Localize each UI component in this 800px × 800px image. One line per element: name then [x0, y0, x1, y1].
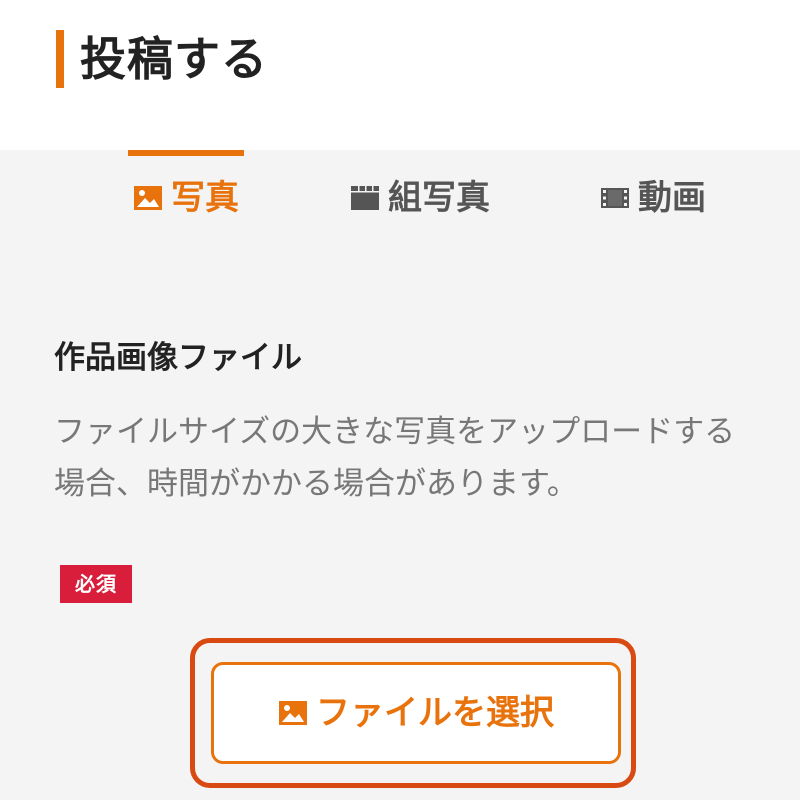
field-description: ファイルサイズの大きな写真をアップロードする場合、時間がかかる場合があります。: [54, 414, 736, 502]
tab-photo-set-label: 組写真: [388, 178, 490, 218]
field-label: 作品画像ファイル: [54, 340, 302, 376]
tab-photo-label: 写真: [171, 178, 239, 218]
tab-photo-set[interactable]: 組写真: [330, 150, 510, 246]
select-file-button[interactable]: ファイルを選択: [211, 662, 621, 764]
tab-video[interactable]: 動画: [580, 150, 726, 246]
title-accent-bar: [56, 30, 64, 88]
film-icon: [601, 188, 629, 208]
tab-video-label: 動画: [638, 178, 706, 218]
required-badge: 必須: [60, 565, 132, 603]
tab-photo[interactable]: 写真: [108, 150, 264, 246]
grid-photos-icon: [351, 186, 379, 210]
select-file-button-label: ファイルを選択: [316, 694, 554, 732]
upload-panel: 写真 組写真 動画 作品画像ファイル ファイルサイズの大きな写真をアップロードす…: [0, 150, 800, 800]
page-title: 投稿する: [80, 32, 268, 86]
page-header: 投稿する: [0, 0, 800, 150]
image-icon: [134, 186, 162, 210]
image-icon: [279, 701, 307, 725]
